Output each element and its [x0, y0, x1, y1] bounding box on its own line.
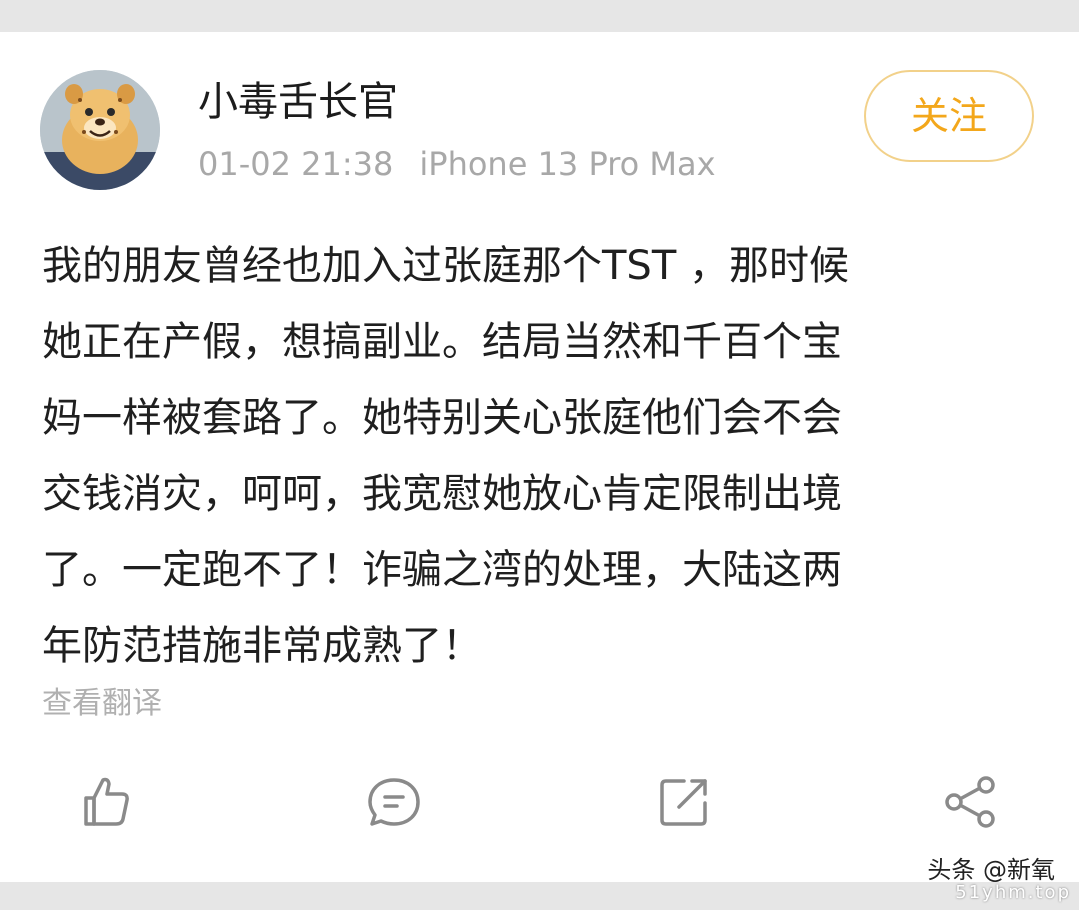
post-line: 了。一定跑不了！诈骗之湾的处理，大陆这两 — [42, 547, 842, 593]
post-body: 我的朋友曾经也加入过张庭那个TST ，那时候 她正在产假，想搞副业。结局当然和千… — [42, 228, 1022, 684]
repost-icon — [660, 779, 707, 826]
share-button[interactable] — [940, 772, 1000, 832]
repost-button[interactable] — [654, 772, 714, 832]
username[interactable]: 小毒舌长官 — [198, 78, 398, 126]
post-meta: 01-02 21:38 iPhone 13 Pro Max — [198, 144, 716, 184]
share-icon — [945, 776, 995, 828]
like-button[interactable] — [76, 772, 136, 832]
comment-icon — [368, 778, 420, 826]
view-translation-link[interactable]: 查看翻译 — [42, 684, 162, 724]
comment-button[interactable] — [364, 772, 424, 832]
follow-button[interactable]: 关注 — [864, 70, 1034, 162]
screen: 小毒舌长官 01-02 21:38 iPhone 13 Pro Max 关注 我的… — [0, 0, 1079, 910]
post-line: 妈一样被套路了。她特别关心张庭他们会不会 — [42, 395, 842, 441]
post-card: 小毒舌长官 01-02 21:38 iPhone 13 Pro Max 关注 我的… — [0, 32, 1079, 882]
watermark-subtext: 51yhm.top — [955, 882, 1071, 903]
timestamp: 01-02 21:38 — [198, 145, 394, 183]
post-line: 我的朋友曾经也加入过张庭那个TST ，那时候 — [42, 243, 849, 289]
cheetah-avatar-icon — [40, 70, 160, 190]
post-line: 年防范措施非常成熟了！ — [42, 623, 482, 669]
watermark: 头条 @新氧 — [927, 856, 1055, 884]
avatar[interactable] — [40, 70, 160, 190]
device-label: iPhone 13 Pro Max — [419, 145, 716, 183]
thumbs-up-icon — [84, 777, 129, 826]
post-line: 她正在产假，想搞副业。结局当然和千百个宝 — [42, 319, 842, 365]
post-line: 交钱消灾，呵呵，我宽慰她放心肯定限制出境 — [42, 471, 842, 517]
